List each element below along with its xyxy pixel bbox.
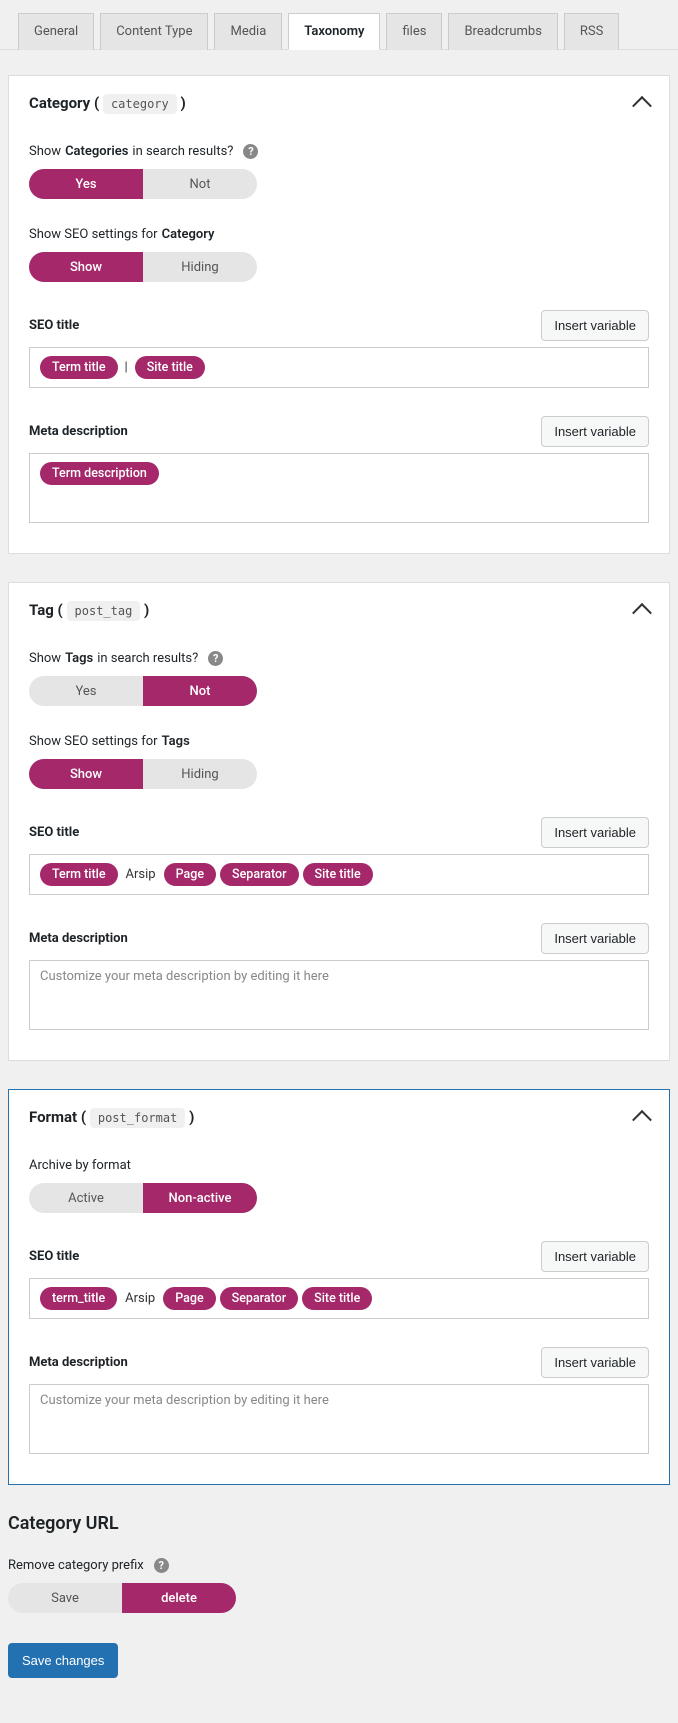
seo-title-input[interactable]: term_title Arsip Page Separator Site tit… xyxy=(29,1278,649,1319)
insert-variable-button[interactable]: Insert variable xyxy=(541,1241,649,1272)
tabs: General Content Type Media Taxonomy file… xyxy=(0,0,678,50)
help-icon[interactable]: ? xyxy=(154,1558,169,1573)
panel-header-tag[interactable]: Tag ( post_tag ) xyxy=(9,583,669,623)
toggle-save[interactable]: Save xyxy=(8,1583,122,1613)
seo-title-input[interactable]: Term title Arsip Page Separator Site tit… xyxy=(29,854,649,895)
variable-site-title[interactable]: Site title xyxy=(303,863,373,886)
text-arsip: Arsip xyxy=(122,867,160,882)
toggle-not[interactable]: Not xyxy=(143,676,257,706)
label-seo-title: SEO title xyxy=(29,318,79,333)
variable-separator[interactable]: Separator xyxy=(220,863,299,886)
label-seo-settings-tags: Show SEO settings for Tags xyxy=(29,734,649,749)
variable-page[interactable]: Page xyxy=(164,863,216,886)
label-show-tags: Show Tags in search results? ? xyxy=(29,651,649,666)
insert-variable-button[interactable]: Insert variable xyxy=(541,1347,649,1378)
chevron-up-icon[interactable] xyxy=(632,1110,652,1130)
chevron-up-icon[interactable] xyxy=(632,603,652,623)
heading-category-url: Category URL xyxy=(8,1513,670,1534)
tab-content-type[interactable]: Content Type xyxy=(100,13,208,50)
label-meta-description: Meta description xyxy=(29,1355,128,1370)
meta-placeholder: Customize your meta description by editi… xyxy=(40,969,329,984)
tab-media[interactable]: Media xyxy=(214,13,282,50)
tab-files[interactable]: files xyxy=(386,13,442,50)
variable-term-title[interactable]: Term title xyxy=(40,356,118,379)
tab-taxonomy[interactable]: Taxonomy xyxy=(288,13,380,50)
tag-code: post_tag xyxy=(67,601,141,621)
panel-header-format[interactable]: Format ( post_format ) xyxy=(9,1090,669,1130)
variable-page[interactable]: Page xyxy=(163,1287,215,1310)
label-remove-category-prefix: Remove category prefix ? xyxy=(8,1558,670,1573)
label-show-categories: Show Categories in search results? ? xyxy=(29,144,649,159)
insert-variable-button[interactable]: Insert variable xyxy=(541,416,649,447)
insert-variable-button[interactable]: Insert variable xyxy=(541,817,649,848)
label-meta-description: Meta description xyxy=(29,931,128,946)
variable-separator[interactable]: Separator xyxy=(220,1287,299,1310)
toggle-yes[interactable]: Yes xyxy=(29,169,143,199)
toggle-active[interactable]: Active xyxy=(29,1183,143,1213)
toggle-yes[interactable]: Yes xyxy=(29,676,143,706)
section-category-url: Category URL Remove category prefix ? Sa… xyxy=(8,1513,670,1678)
text-arsip: Arsip xyxy=(121,1291,159,1306)
tab-general[interactable]: General xyxy=(18,13,94,50)
tab-breadcrumbs[interactable]: Breadcrumbs xyxy=(448,13,557,50)
toggle-nonactive[interactable]: Non-active xyxy=(143,1183,257,1213)
toggle-show[interactable]: Show xyxy=(29,252,143,282)
label-seo-settings-category: Show SEO settings for Category xyxy=(29,227,649,242)
panel-format: Format ( post_format ) Archive by format… xyxy=(8,1089,670,1485)
format-code: post_format xyxy=(90,1108,185,1128)
label-meta-description: Meta description xyxy=(29,424,128,439)
save-changes-button[interactable]: Save changes xyxy=(8,1643,118,1678)
help-icon[interactable]: ? xyxy=(208,651,223,666)
help-icon[interactable]: ? xyxy=(243,144,258,159)
toggle-not[interactable]: Not xyxy=(143,169,257,199)
variable-site-title[interactable]: Site title xyxy=(135,356,205,379)
meta-placeholder: Customize your meta description by editi… xyxy=(40,1393,329,1408)
panel-category: Category ( category ) Show Categories in… xyxy=(8,75,670,554)
toggle-tags-search: Yes Not xyxy=(29,676,257,706)
label-archive-format: Archive by format xyxy=(29,1158,649,1173)
toggle-hiding[interactable]: Hiding xyxy=(143,252,257,282)
panel-tag: Tag ( post_tag ) Show Tags in search res… xyxy=(8,582,670,1061)
tag-title: Tag xyxy=(29,601,54,619)
insert-variable-button[interactable]: Insert variable xyxy=(541,923,649,954)
label-seo-title: SEO title xyxy=(29,1249,79,1264)
panel-header-category[interactable]: Category ( category ) xyxy=(9,76,669,116)
variable-term-description[interactable]: Term description xyxy=(40,462,159,485)
variable-site-title[interactable]: Site title xyxy=(302,1287,372,1310)
chevron-up-icon[interactable] xyxy=(632,96,652,116)
toggle-categories-search: Yes Not xyxy=(29,169,257,199)
meta-description-input[interactable]: Customize your meta description by editi… xyxy=(29,960,649,1030)
meta-description-input[interactable]: Term description xyxy=(29,453,649,523)
format-title: Format xyxy=(29,1108,77,1126)
variable-term-title[interactable]: term_title xyxy=(40,1287,117,1310)
toggle-hiding[interactable]: Hiding xyxy=(143,759,257,789)
toggle-category-seo: Show Hiding xyxy=(29,252,257,282)
variable-term-title[interactable]: Term title xyxy=(40,863,118,886)
toggle-remove-prefix: Save delete xyxy=(8,1583,236,1613)
meta-description-input[interactable]: Customize your meta description by editi… xyxy=(29,1384,649,1454)
seo-title-input[interactable]: Term title | Site title xyxy=(29,347,649,388)
toggle-tags-seo: Show Hiding xyxy=(29,759,257,789)
toggle-show[interactable]: Show xyxy=(29,759,143,789)
toggle-delete[interactable]: delete xyxy=(122,1583,236,1613)
label-seo-title: SEO title xyxy=(29,825,79,840)
insert-variable-button[interactable]: Insert variable xyxy=(541,310,649,341)
toggle-archive-format: Active Non-active xyxy=(29,1183,257,1213)
separator-text: | xyxy=(122,360,131,375)
tab-rss[interactable]: RSS xyxy=(564,13,619,50)
category-title: Category xyxy=(29,94,90,112)
category-code: category xyxy=(103,94,177,114)
